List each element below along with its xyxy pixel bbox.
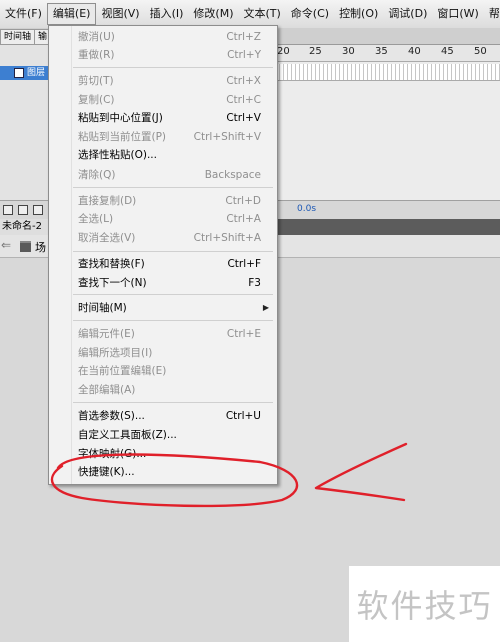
frame-cells[interactable] [276, 64, 500, 81]
ruler-tick: 50 [474, 46, 487, 57]
menu-item-shortcuts[interactable]: 快捷键(K)... [49, 463, 277, 481]
menu-item-preferences[interactable]: 首选参数(S)... Ctrl+U [49, 407, 277, 425]
ruler-tick: 20 [277, 46, 290, 57]
menu-item-paste-center[interactable]: 粘贴到中心位置(J) Ctrl+V [49, 109, 277, 127]
watermark: 软件技巧 [349, 566, 500, 642]
menu-item-undo[interactable]: 撤消(U) Ctrl+Z [49, 28, 277, 46]
ruler-tick: 45 [441, 46, 454, 57]
ruler-tick: 35 [375, 46, 388, 57]
menu-file[interactable]: 文件(F) [0, 3, 47, 25]
menu-item-clear[interactable]: 清除(Q) Backspace [49, 166, 277, 184]
menu-item-customize-tools[interactable]: 自定义工具面板(Z)... [49, 426, 277, 444]
submenu-arrow-icon: ▶ [262, 303, 269, 312]
menu-control[interactable]: 控制(O) [334, 3, 383, 25]
ruler-tick: 25 [309, 46, 322, 57]
menu-item-duplicate[interactable]: 直接复制(D) Ctrl+D [49, 192, 277, 210]
menu-help[interactable]: 帮助 [484, 3, 500, 25]
menu-edit[interactable]: 编辑(E) [46, 3, 97, 25]
menu-item-timeline[interactable]: 时间轴(M) ▶ [49, 299, 277, 317]
menu-view[interactable]: 视图(V) [96, 3, 144, 25]
menu-item-find-replace[interactable]: 查找和替换(F) Ctrl+F [49, 255, 277, 273]
menu-window[interactable]: 窗口(W) [432, 3, 483, 25]
menu-item-edit-selected[interactable]: 编辑所选项目(I) [49, 344, 277, 362]
menu-item-find-next[interactable]: 查找下一个(N) F3 [49, 274, 277, 292]
menu-item-cut[interactable]: 剪切(T) Ctrl+X [49, 72, 277, 90]
menu-text[interactable]: 文本(T) [238, 3, 285, 25]
menu-item-paste-in-place[interactable]: 粘贴到当前位置(P) Ctrl+Shift+V [49, 128, 277, 146]
tab-timeline[interactable]: 时间轴 [0, 29, 36, 44]
scene-clapper-icon [20, 241, 31, 252]
menu-item-edit-all[interactable]: 全部编辑(A) [49, 381, 277, 399]
ruler-tick: 30 [342, 46, 355, 57]
menu-insert[interactable]: 插入(I) [145, 3, 189, 25]
layer-row-selected[interactable]: 图层 [0, 66, 48, 80]
menu-item-select-all[interactable]: 全选(L) Ctrl+A [49, 210, 277, 228]
layer-name: 图层 [27, 68, 46, 78]
menu-item-copy[interactable]: 复制(C) Ctrl+C [49, 91, 277, 109]
menu-item-redo[interactable]: 重做(R) Ctrl+Y [49, 46, 277, 64]
menu-commands[interactable]: 命令(C) [286, 3, 334, 25]
elapsed-time: 0.0s [297, 204, 317, 214]
menu-item-deselect-all[interactable]: 取消全选(V) Ctrl+Shift+A [49, 229, 277, 247]
menu-debug[interactable]: 调试(D) [383, 3, 432, 25]
ruler-tick: 40 [408, 46, 421, 57]
layer-icon [14, 67, 24, 78]
menu-item-font-mapping[interactable]: 字体映射(G)... [49, 445, 277, 463]
new-folder-icon[interactable] [18, 205, 28, 215]
menu-item-edit-symbol[interactable]: 编辑元件(E) Ctrl+E [49, 325, 277, 343]
menu-modify[interactable]: 修改(M) [188, 3, 238, 25]
back-arrow-icon[interactable]: ⇐ [1, 238, 11, 252]
watermark-text: 软件技巧 [356, 587, 493, 625]
frame-ruler[interactable]: 20 25 30 35 40 45 50 [276, 45, 500, 62]
new-layer-icon[interactable] [3, 205, 13, 215]
delete-layer-icon[interactable] [33, 205, 43, 215]
scene-label[interactable]: 场 [35, 239, 46, 255]
edit-dropdown-menu: 撤消(U) Ctrl+Z 重做(R) Ctrl+Y 剪切(T) Ctrl+X 复制(C… [48, 25, 278, 485]
document-tab-title: 未命名-2 [2, 221, 42, 232]
menu-item-paste-special[interactable]: 选择性粘贴(O)... [49, 146, 277, 164]
menu-item-edit-in-place[interactable]: 在当前位置编辑(E) [49, 362, 277, 380]
